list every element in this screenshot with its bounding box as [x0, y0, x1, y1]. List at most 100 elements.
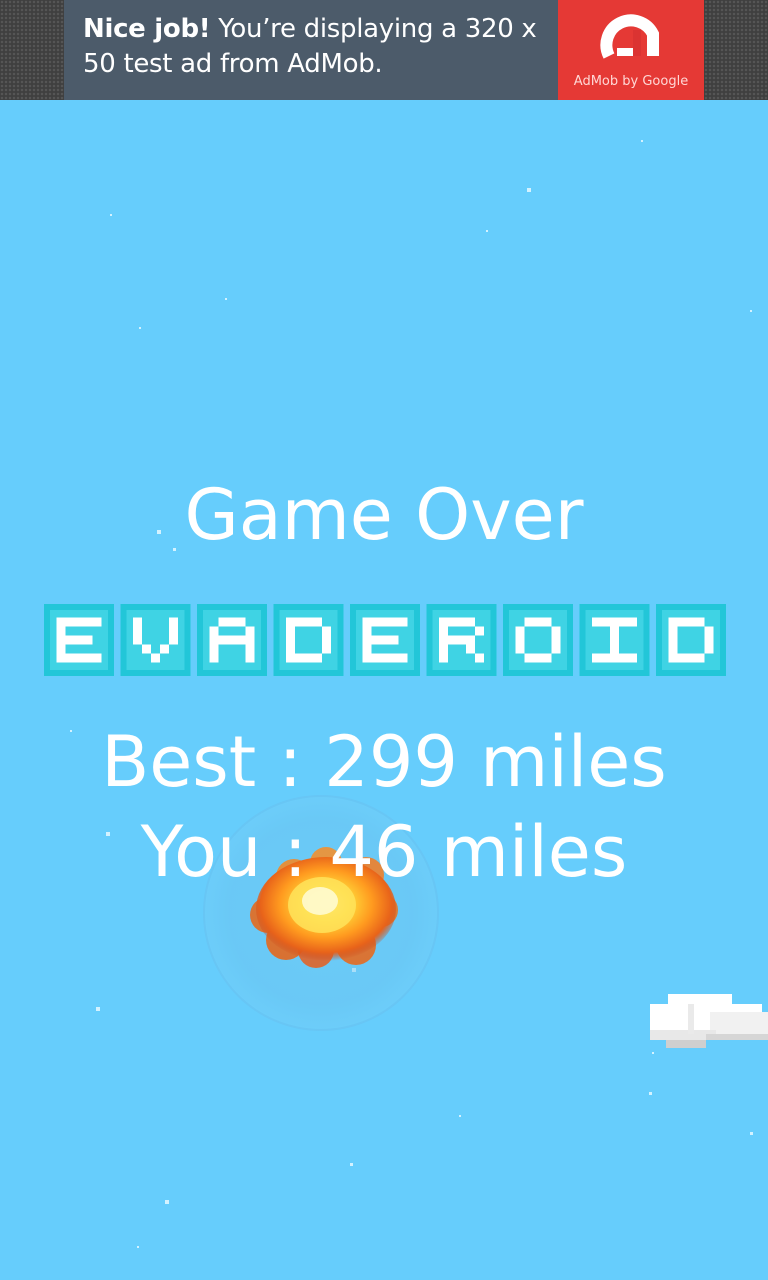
logo-pixel	[83, 653, 93, 663]
current-score: You : 46 miles	[140, 811, 628, 893]
star	[527, 188, 531, 192]
logo-pixel	[695, 653, 705, 663]
logo-pixel	[169, 635, 178, 645]
logo-pixel	[439, 635, 448, 645]
logo-letter-o	[503, 604, 573, 676]
star	[649, 1092, 652, 1095]
logo-pixel	[362, 617, 372, 627]
star	[459, 1115, 461, 1117]
logo-pixel	[704, 644, 714, 654]
logo-pixel	[92, 617, 102, 627]
logo-pixel	[74, 653, 84, 663]
logo-pixel	[628, 617, 637, 627]
cloud-icon	[650, 994, 768, 1048]
star	[750, 310, 752, 312]
ad-headline: Nice job!	[83, 14, 211, 44]
logo-pixel	[389, 653, 399, 663]
logo-pixel	[466, 617, 475, 627]
star	[225, 298, 227, 300]
logo-pixel	[457, 617, 466, 627]
logo-pixel	[475, 653, 484, 663]
logo-pixel	[133, 617, 142, 627]
logo-pixel	[704, 626, 714, 636]
logo-pixel	[398, 653, 408, 663]
logo-letter-v	[120, 604, 191, 676]
logo-pixel	[371, 635, 381, 645]
logo-pixel	[83, 635, 93, 645]
logo-pixel	[56, 653, 66, 663]
logo-pixel	[56, 626, 66, 636]
logo-pixel	[457, 635, 466, 645]
logo-pixel	[304, 653, 313, 663]
logo-pixel	[601, 653, 610, 663]
logo-pixel	[592, 617, 601, 627]
logo-pixel	[151, 653, 160, 663]
logo-pixel	[380, 653, 390, 663]
logo-pixel	[466, 635, 475, 645]
logo-pixel	[286, 626, 295, 636]
best-score: Best : 299 miles	[101, 721, 667, 803]
logo-pixel	[668, 644, 678, 654]
ad-text[interactable]: Nice job! You’re displaying a 320 x 50 t…	[83, 12, 553, 82]
logo-pixel	[322, 626, 331, 636]
star	[750, 1132, 753, 1135]
logo-pixel	[524, 617, 534, 627]
admob-logo-icon	[600, 14, 659, 59]
logo-pixel	[551, 626, 561, 636]
logo-pixel	[533, 617, 543, 627]
logo-pixel	[286, 653, 295, 663]
logo-pixel	[295, 617, 304, 627]
logo-pixel	[304, 617, 313, 627]
logo-letter-d	[273, 604, 344, 676]
logo-pixel	[169, 617, 178, 627]
logo-pixel	[448, 635, 457, 645]
logo-pixel	[133, 626, 142, 636]
star	[350, 1163, 353, 1166]
logo-pixel	[677, 653, 687, 663]
logo-pixel	[209, 626, 219, 636]
logo-pixel	[245, 626, 255, 636]
logo-pixel	[362, 635, 372, 645]
logo-pixel	[83, 617, 93, 627]
logo-pixel	[610, 626, 619, 636]
logo-pixel	[65, 617, 75, 627]
star	[486, 230, 488, 232]
logo-pixel	[218, 617, 228, 627]
logo-pixel	[133, 635, 142, 645]
logo-pixel	[610, 653, 619, 663]
logo-pixel	[371, 617, 381, 627]
logo-pixel	[592, 653, 601, 663]
logo-pixel	[610, 635, 619, 645]
logo-pixel	[668, 653, 678, 663]
logo-pixel	[515, 626, 525, 636]
logo-pixel	[322, 644, 331, 654]
logo-pixel	[542, 653, 552, 663]
star	[139, 327, 141, 329]
logo-pixel	[65, 653, 75, 663]
logo-pixel	[169, 626, 178, 636]
logo-pixel	[209, 635, 219, 645]
logo-letter-r	[426, 604, 497, 676]
logo-pixel	[515, 635, 525, 645]
logo-pixel	[515, 644, 525, 654]
logo-pixel	[551, 635, 561, 645]
logo-pixel	[439, 626, 448, 636]
logo-pixel	[56, 644, 66, 654]
game-logo-art	[44, 604, 726, 676]
logo-pixel	[389, 617, 399, 627]
logo-pixel	[245, 653, 255, 663]
logo-pixel	[542, 617, 552, 627]
logo-pixel	[389, 635, 399, 645]
logo-pixel	[668, 617, 678, 627]
logo-letter-e	[350, 604, 420, 676]
star	[110, 214, 112, 216]
logo-pixel	[56, 617, 66, 627]
logo-pixel	[439, 644, 448, 654]
logo-pixel	[362, 644, 372, 654]
logo-letter-a	[197, 604, 267, 676]
logo-pixel	[619, 653, 628, 663]
logo-pixel	[466, 644, 475, 654]
ad-banner[interactable]: Nice job! You’re displaying a 320 x 50 t…	[64, 0, 704, 100]
logo-pixel	[209, 653, 219, 663]
ad-logo[interactable]: AdMob by Google	[558, 0, 704, 100]
